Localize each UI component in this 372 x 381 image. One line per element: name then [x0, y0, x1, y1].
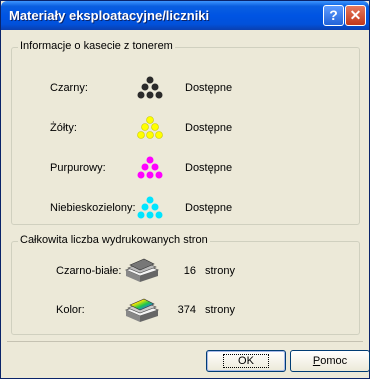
ok-button[interactable]: OK: [206, 350, 286, 372]
color-pages-icon: [124, 298, 160, 322]
pages-group: Całkowita liczba wydrukowanych stron Cza…: [11, 234, 360, 335]
toner-status-yellow: Dostępne: [185, 122, 233, 134]
magenta-toner-icon: [137, 156, 163, 179]
black-toner-icon: [137, 76, 163, 99]
window-title: Materiały eksploatacyjne/liczniki: [9, 8, 210, 23]
help-text-button[interactable]: Pomoc: [290, 350, 370, 372]
pages-unit-color: strony: [205, 304, 235, 316]
pages-label-color: Kolor:: [56, 304, 85, 316]
mono-pages-icon: [124, 258, 160, 282]
toner-group-label: Informacje o kasecie z tonerem: [18, 40, 175, 52]
pages-count-mono: 16: [183, 265, 196, 277]
close-button[interactable]: ✕: [345, 5, 366, 26]
toner-label-yellow: Żółty:: [50, 122, 77, 134]
toner-status-black: Dostępne: [185, 82, 233, 94]
toner-group: Informacje o kasecie z tonerem Czarny: D…: [11, 40, 360, 225]
yellow-toner-icon: [137, 116, 163, 139]
help-button[interactable]: ?: [323, 5, 344, 26]
pages-label-mono: Czarno-białe:: [56, 265, 122, 277]
toner-label-black: Czarny:: [50, 82, 88, 94]
toner-label-cyan: Niebieskozielony:: [50, 202, 136, 214]
toner-status-magenta: Dostępne: [185, 162, 233, 174]
footer-divider: [7, 341, 363, 342]
title-bar[interactable]: Materiały eksploatacyjne/liczniki ? ✕: [1, 1, 369, 30]
help-button-label: omoc: [320, 355, 348, 367]
pages-count-color: 374: [177, 304, 196, 316]
cyan-toner-icon: [137, 196, 163, 219]
pages-unit-mono: strony: [205, 265, 235, 277]
toner-status-cyan: Dostępne: [185, 202, 233, 214]
dialog-window: Materiały eksploatacyjne/liczniki ? ✕ In…: [0, 0, 370, 379]
pages-group-label: Całkowita liczba wydrukowanych stron: [18, 234, 210, 246]
toner-label-magenta: Purpurowy:: [50, 162, 106, 174]
ok-button-label: OK: [223, 354, 269, 368]
